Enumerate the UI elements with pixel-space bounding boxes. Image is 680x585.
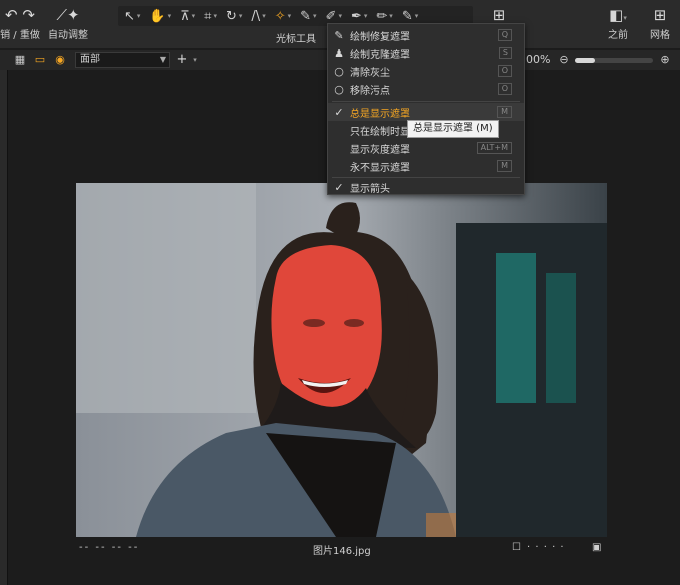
layer-select-value: 面部 — [80, 54, 100, 65]
menu-item-clear-dust[interactable]: ○ 清除灰尘 O — [328, 62, 524, 80]
chevron-down-icon: ▼ — [159, 55, 166, 64]
undo-redo-group[interactable]: ↶ ↷ 销 / 重做 — [0, 6, 40, 41]
photo-metadata: -- -- -- -- — [79, 542, 140, 553]
check-icon: ✓ — [334, 105, 344, 119]
picker-tool-icon[interactable]: ✒ ▾ — [351, 9, 367, 24]
circle-icon: ○ — [334, 64, 344, 78]
menu-item-label: 移除污点 — [350, 85, 390, 97]
shortcut-key: O — [497, 83, 512, 95]
magic-wand-icon: ⟋✦ — [56, 6, 80, 24]
filename-label: 图片146.jpg — [313, 546, 371, 557]
menu-item-never-show-mask[interactable]: 永不显示遮罩 M — [328, 157, 524, 175]
select-cursor-icon[interactable]: ↖ ▾ — [124, 9, 140, 24]
menu-item-always-show-mask[interactable]: ✓ 总是显示遮罩 M — [328, 103, 524, 121]
menu-item-show-grayscale-mask[interactable]: 显示灰度遮罩 ALT+M — [328, 139, 524, 157]
undo-redo-icon: ↶ ↷ — [5, 6, 35, 24]
layer-select[interactable]: 面部 ▼ — [75, 52, 170, 68]
auto-adjust-label: 自动调整 — [48, 30, 88, 41]
shortcut-key: Q — [497, 29, 512, 41]
shortcut-key: S — [498, 47, 512, 59]
grid-icon: ⊞ — [653, 6, 667, 24]
before-label: 之前 — [608, 30, 628, 41]
tooltip: 总是显示遮罩 (M) — [407, 120, 499, 138]
crop-icon[interactable]: ⌗ ▾ — [204, 9, 217, 24]
auto-adjust-button[interactable]: ⟋✦ 自动调整 — [46, 6, 90, 41]
stamp-tool-icon[interactable]: ⊼ ▾ — [180, 9, 195, 24]
check-icon: ✓ — [334, 180, 344, 194]
zoom-text: 00% — [526, 53, 551, 66]
heal-tool-icon[interactable]: ✧ ▾ — [275, 9, 291, 24]
shortcut-key: O — [497, 65, 512, 77]
add-layer-dropdown-icon[interactable]: ▾ — [188, 53, 202, 67]
cursor-tools-label: 光标工具 — [276, 34, 316, 45]
stamp-icon: ♟ — [334, 46, 344, 60]
frame-icon[interactable]: ▭ — [33, 53, 47, 67]
menu-item-label: 总是显示遮罩 — [350, 108, 410, 120]
frame-toggle-icon[interactable]: ☐ — [512, 542, 521, 553]
menu-item-label: 显示箭头 — [350, 183, 390, 195]
gradient-tool-icon[interactable]: ✏ ▾ — [376, 9, 392, 24]
shortcut-key: M — [497, 160, 512, 172]
grid-label: 网格 — [650, 30, 670, 41]
pen-tool-icon[interactable]: ✎ ▾ — [402, 9, 418, 24]
zoom-slider[interactable] — [575, 58, 653, 63]
zoom-slider-fill — [575, 58, 595, 63]
keystone-icon[interactable]: /\ ▾ — [251, 9, 265, 24]
menu-item-label: 清除灰尘 — [350, 67, 390, 79]
thumbnails-icon[interactable]: ▦ — [13, 53, 27, 67]
menu-item-show-arrows[interactable]: ✓ 显示箭头 — [328, 178, 524, 196]
menu-item-draw-heal-mask[interactable]: ✎ 绘制修复遮罩 Q — [328, 26, 524, 44]
brush-icon: ✎ — [334, 28, 344, 42]
add-layer-icon[interactable]: + — [175, 53, 189, 67]
circle-icon: ○ — [334, 82, 344, 96]
app-window: ↶ ↷ 销 / 重做 ⟋✦ 自动调整 ↖ ▾ ✋ ▾ ⊼ ▾ ⌗ ▾ ↻ ▾ /\ ▾ ✧ ▾… — [0, 0, 680, 585]
menu-item-label: 显示灰度遮罩 — [350, 144, 410, 156]
brush-tool-icon[interactable]: ✎ ▾ — [300, 9, 316, 24]
rating-dots[interactable]: · · · · · — [527, 542, 565, 553]
shortcut-key: ALT+M — [476, 142, 512, 154]
menu-item-label: 永不显示遮罩 — [350, 162, 410, 174]
photo-image — [76, 183, 607, 537]
zoom-out-icon[interactable]: ⊖ — [557, 53, 571, 67]
zoom-in-icon[interactable]: ⊕ — [658, 53, 672, 67]
before-button[interactable]: ◧▾ 之前 — [598, 6, 638, 41]
split-view-icon: ◧▾ — [609, 6, 627, 24]
eraser-tool-icon[interactable]: ✐ ▾ — [326, 9, 342, 24]
heal-tool-menu: ✎ 绘制修复遮罩 Q ♟ 绘制克隆遮罩 S ○ 清除灰尘 O ○ 移除污点 O … — [327, 23, 525, 195]
menu-item-remove-spots[interactable]: ○ 移除污点 O — [328, 80, 524, 98]
grid-button[interactable]: ⊞ 网格 — [644, 6, 676, 41]
eye-icon[interactable]: ◉ — [53, 53, 67, 67]
photo-canvas[interactable] — [76, 183, 607, 537]
color-tag-icon[interactable]: ▣ — [592, 542, 601, 553]
hand-icon[interactable]: ✋ ▾ — [149, 9, 171, 24]
left-panel-edge[interactable] — [0, 70, 8, 585]
menu-divider — [332, 101, 520, 102]
menu-item-label: 绘制修复遮罩 — [350, 31, 410, 43]
rotate-icon[interactable]: ↻ ▾ — [226, 9, 242, 24]
undo-redo-label: 销 / 重做 — [0, 30, 40, 41]
shortcut-key: M — [497, 106, 512, 118]
menu-item-label: 绘制克隆遮罩 — [350, 49, 410, 61]
menu-item-draw-clone-mask[interactable]: ♟ 绘制克隆遮罩 S — [328, 44, 524, 62]
